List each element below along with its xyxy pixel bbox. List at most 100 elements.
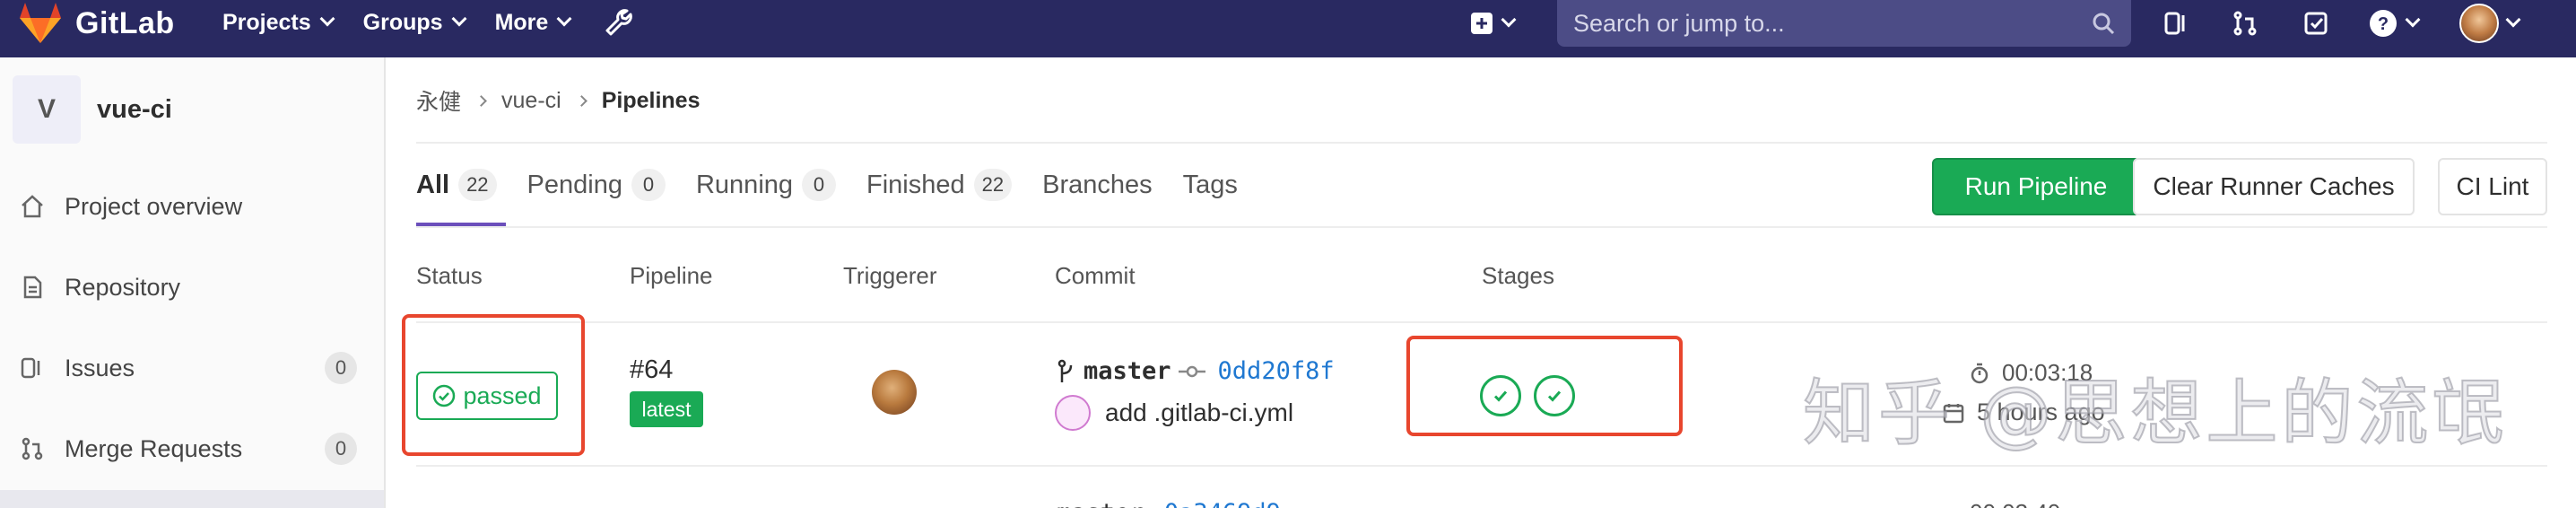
breadcrumb-project[interactable]: vue-ci <box>501 88 561 114</box>
chevron-down-icon <box>556 11 572 27</box>
help-icon: ? <box>2370 10 2397 37</box>
tab-count-badge: 0 <box>631 169 666 201</box>
sidebar-project-header[interactable]: V vue-ci <box>13 75 172 144</box>
sidebar-item-label: Merge Requests <box>65 434 243 462</box>
latest-badge: latest <box>630 391 703 427</box>
sidebar-item-issues[interactable]: Issues 0 <box>0 337 384 399</box>
chevron-right-icon <box>475 94 487 107</box>
clear-runner-caches-button[interactable]: Clear Runner Caches <box>2133 158 2415 215</box>
column-header-triggerer: Triggerer <box>843 262 937 289</box>
time-ago-value: 5 hours ago <box>1977 399 2105 425</box>
divider <box>416 226 2547 228</box>
gitlab-logo-icon <box>20 3 61 43</box>
triggerer-avatar[interactable] <box>872 370 917 415</box>
pipeline-duration: 00:03:18 <box>1970 359 2093 387</box>
tab-label: All <box>416 170 450 199</box>
tab-label: Tags <box>1182 170 1238 199</box>
nav-projects-label: Projects <box>222 9 311 35</box>
chevron-down-icon <box>2505 12 2521 28</box>
tab-label: Running <box>695 170 794 199</box>
nav-more-label: More <box>494 9 549 35</box>
project-avatar: V <box>13 75 81 144</box>
merge-request-icon <box>22 437 43 460</box>
merge-requests-nav-icon[interactable] <box>2232 5 2258 41</box>
tab-tags[interactable]: Tags <box>1183 144 1238 226</box>
issues-count-badge: 0 <box>325 352 357 384</box>
new-item-dropdown[interactable] <box>1469 5 1517 41</box>
search-icon <box>2093 13 2115 35</box>
commit-icon <box>1178 365 1205 377</box>
nav-more[interactable]: More <box>494 9 572 36</box>
breadcrumb-group[interactable]: 永健 <box>416 84 461 117</box>
column-header-stages: Stages <box>1482 262 1554 289</box>
chevron-down-icon <box>319 11 335 27</box>
chevron-right-icon <box>575 94 587 107</box>
divider <box>416 465 2547 467</box>
breadcrumb-current[interactable]: Pipelines <box>602 88 701 114</box>
sidebar-item-active[interactable] <box>0 490 384 508</box>
search-input[interactable] <box>1573 9 2092 38</box>
issues-nav-icon[interactable] <box>2163 5 2190 41</box>
chevron-down-icon <box>2405 12 2421 28</box>
todos-nav-icon[interactable] <box>2303 5 2330 41</box>
tab-label: Branches <box>1042 170 1153 199</box>
top-navbar: GitLab Projects Groups More ? <box>0 0 2576 57</box>
column-header-commit: Commit <box>1055 262 1136 289</box>
timer-icon <box>1971 363 1989 383</box>
home-icon <box>22 195 43 218</box>
document-icon <box>23 276 42 299</box>
commit-sha-link[interactable]: 0a3469d9 <box>1164 499 1281 508</box>
user-avatar <box>2459 4 2499 43</box>
nav-groups-label: Groups <box>362 9 443 35</box>
divider <box>416 321 2547 323</box>
pipeline-finished-at: 5 hours ago <box>1943 399 2105 426</box>
duration-value-row-2: 00:03:40 <box>1970 499 2060 508</box>
duration-value: 00:03:18 <box>2002 359 2093 386</box>
sidebar: V vue-ci Project overview Repository Iss… <box>0 57 386 508</box>
merge-requests-count-badge: 0 <box>325 433 357 465</box>
commit-author-avatar[interactable] <box>1055 395 1091 431</box>
branch-name-link[interactable]: master <box>1057 499 1144 508</box>
gitlab-brand[interactable]: GitLab <box>18 0 175 47</box>
commit-title: add .gitlab-ci.yml <box>1055 395 1293 431</box>
nav-groups[interactable]: Groups <box>362 9 467 36</box>
sidebar-item-label: Project overview <box>65 192 243 220</box>
tab-finished[interactable]: Finished 22 <box>866 144 1013 226</box>
breadcrumb: 永健 vue-ci Pipelines <box>416 84 700 117</box>
highlight-box-status <box>402 314 585 456</box>
sidebar-item-project-overview[interactable]: Project overview <box>0 175 384 238</box>
commit-ref: master 0dd20f8f <box>1057 357 1335 385</box>
ci-lint-button[interactable]: CI Lint <box>2438 158 2547 215</box>
tab-label: Finished <box>866 170 965 199</box>
branch-icon <box>1057 359 1073 382</box>
commit-message-link[interactable]: add .gitlab-ci.yml <box>1105 399 1293 427</box>
help-dropdown[interactable]: ? <box>2368 5 2421 41</box>
run-pipeline-button[interactable]: Run Pipeline <box>1932 158 2140 215</box>
nav-menu: Projects Groups More <box>222 0 634 45</box>
commit-sha-link[interactable]: 0dd20f8f <box>1218 357 1335 385</box>
chevron-down-icon <box>1501 12 1517 28</box>
search-bar <box>1557 0 2131 47</box>
plus-square-icon <box>1471 13 1493 34</box>
commit-ref-row-2: master 0a3469d9 <box>1057 499 1281 508</box>
branch-name-link[interactable]: master <box>1083 357 1171 385</box>
tab-branches[interactable]: Branches <box>1042 144 1153 226</box>
admin-wrench-icon[interactable] <box>604 7 634 38</box>
sidebar-item-repository[interactable]: Repository <box>0 256 384 319</box>
nav-projects[interactable]: Projects <box>222 9 335 36</box>
project-name: vue-ci <box>97 94 172 124</box>
tab-count-badge: 22 <box>973 169 1013 201</box>
tab-running[interactable]: Running 0 <box>695 144 837 226</box>
user-menu[interactable] <box>2459 4 2521 43</box>
tab-count-badge: 0 <box>802 169 837 201</box>
pipeline-id-link[interactable]: #64 <box>630 355 673 385</box>
calendar-icon <box>1943 403 1964 423</box>
sidebar-item-label: Issues <box>65 354 135 381</box>
tab-pending[interactable]: Pending 0 <box>527 144 666 226</box>
sidebar-item-merge-requests[interactable]: Merge Requests 0 <box>0 417 384 480</box>
sidebar-item-label: Repository <box>65 273 181 301</box>
highlight-box-stages <box>1406 336 1683 436</box>
brand-name: GitLab <box>75 5 175 40</box>
column-header-pipeline: Pipeline <box>630 262 713 289</box>
tab-all[interactable]: All 22 <box>416 144 506 226</box>
